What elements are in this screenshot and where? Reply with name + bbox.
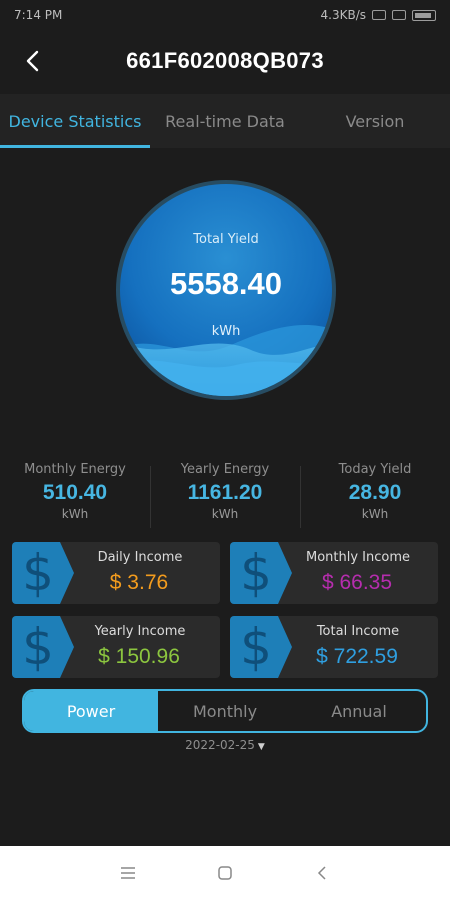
back-button[interactable] <box>18 46 48 76</box>
gauge-label: Total Yield <box>193 232 259 247</box>
card-label: Yearly Income <box>94 624 186 639</box>
stat-unit: kWh <box>361 507 389 521</box>
card-label: Total Income <box>316 624 400 639</box>
status-time: 7:14 PM <box>14 8 63 22</box>
dollar-icon: $ <box>12 542 74 604</box>
stat-value: 510.40 <box>42 481 108 504</box>
date-value: 2022-02-25 <box>185 738 255 752</box>
stat-unit: kWh <box>61 507 89 521</box>
home-nav-button[interactable] <box>205 853 245 893</box>
menu-icon <box>121 867 136 879</box>
page-title: 661F602008QB073 <box>126 48 324 73</box>
date-picker[interactable]: 2022-02-25 ▼ <box>0 738 450 752</box>
menu-nav-button[interactable] <box>108 853 148 893</box>
dollar-icon: $ <box>230 542 292 604</box>
segment-annual[interactable]: Annual <box>292 691 426 731</box>
svg-text:$: $ <box>240 618 272 676</box>
gauge-value: 5558.40 <box>169 266 283 301</box>
daily-income-card: $ Daily Income $ 3.76 <box>12 542 220 604</box>
monthly-income-card: $ Monthly Income $ 66.35 <box>230 542 438 604</box>
dollar-icon: $ <box>230 616 292 678</box>
yearly-income-card: $ Yearly Income $ 150.96 <box>12 616 220 678</box>
period-segmented-control: Power Monthly Annual <box>22 689 428 733</box>
alarm-icon <box>372 10 386 20</box>
status-bar: 7:14 PM 4.3KB/s <box>0 0 450 30</box>
tab-device-statistics[interactable]: Device Statistics <box>0 94 150 148</box>
tab-real-time-data[interactable]: Real-time Data <box>150 94 300 148</box>
card-value: $ 66.35 <box>321 571 393 594</box>
system-nav-bar <box>0 846 450 900</box>
status-indicators: 4.3KB/s <box>321 8 436 22</box>
stat-monthly-energy: Monthly Energy 510.40 kWh <box>0 456 150 534</box>
back-nav-button[interactable] <box>302 853 342 893</box>
svg-text:$: $ <box>22 618 54 676</box>
network-speed: 4.3KB/s <box>320 8 366 22</box>
home-square-icon <box>218 866 232 880</box>
stat-label: Today Yield <box>338 462 412 477</box>
dollar-icon: $ <box>12 616 74 678</box>
card-label: Daily Income <box>97 550 183 565</box>
back-triangle-icon <box>317 866 326 880</box>
caret-down-icon: ▼ <box>257 742 265 752</box>
battery-icon <box>412 9 436 21</box>
stat-unit: kWh <box>211 507 239 521</box>
segment-monthly[interactable]: Monthly <box>158 691 292 731</box>
segment-power[interactable]: Power <box>24 691 158 731</box>
svg-text:$: $ <box>22 544 54 602</box>
stat-label: Yearly Energy <box>180 462 270 477</box>
card-value: $ 3.76 <box>109 571 169 594</box>
tab-version[interactable]: Version <box>300 94 450 148</box>
stat-value: 28.90 <box>348 481 402 504</box>
chevron-left-icon <box>26 50 39 72</box>
card-value: $ 722.59 <box>316 645 398 668</box>
total-income-card: $ Total Income $ 722.59 <box>230 616 438 678</box>
stat-label: Monthly Energy <box>24 462 126 477</box>
gauge-unit: kWh <box>211 324 241 339</box>
card-value: $ 150.96 <box>98 645 180 668</box>
stat-value: 1161.20 <box>187 481 263 504</box>
stat-today-yield: Today Yield 28.90 kWh <box>300 456 450 534</box>
card-label: Monthly Income <box>305 550 411 565</box>
signal-icon <box>392 10 406 20</box>
tab-bar: Device Statistics Real-time Data Version <box>0 94 450 148</box>
stat-yearly-energy: Yearly Energy 1161.20 kWh <box>150 456 300 534</box>
energy-stats: Monthly Energy 510.40 kWh Yearly Energy … <box>0 456 450 534</box>
svg-text:$: $ <box>240 544 272 602</box>
app-header: 661F602008QB073 <box>0 30 450 92</box>
total-yield-gauge: Total Yield 5558.40 kWh <box>116 180 336 400</box>
